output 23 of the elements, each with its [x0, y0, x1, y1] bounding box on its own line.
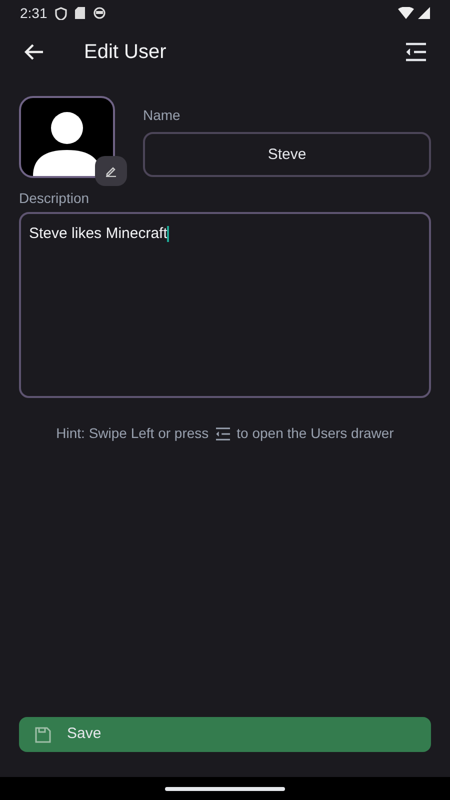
sd-card-icon [75, 7, 86, 19]
hint-text: Hint: Swipe Left or press [56, 424, 209, 443]
description-label: Description [19, 189, 90, 208]
shield-icon [55, 6, 68, 20]
screen-title: Edit User [84, 40, 166, 65]
save-button[interactable]: Save [19, 717, 431, 752]
back-arrow-icon [24, 43, 44, 61]
text-cursor [167, 226, 170, 242]
drawer-icon [404, 42, 428, 62]
app-status-icon [93, 7, 106, 19]
avatar[interactable] [19, 96, 115, 178]
hint-text: to open the Users drawer [236, 424, 394, 443]
description-text: Steve likes Minecraft [29, 225, 168, 242]
signal-icon [418, 7, 430, 19]
pencil-icon [105, 165, 117, 177]
name-label: Name [143, 106, 182, 125]
home-indicator[interactable] [165, 786, 285, 790]
name-field[interactable]: Steve [143, 132, 431, 177]
description-field[interactable]: Steve likes Minecraft [19, 212, 431, 398]
edit-avatar-button[interactable] [95, 156, 127, 186]
wifi-icon [398, 7, 414, 19]
status-time: 2:31 [20, 4, 48, 22]
drawer-icon [214, 426, 232, 440]
